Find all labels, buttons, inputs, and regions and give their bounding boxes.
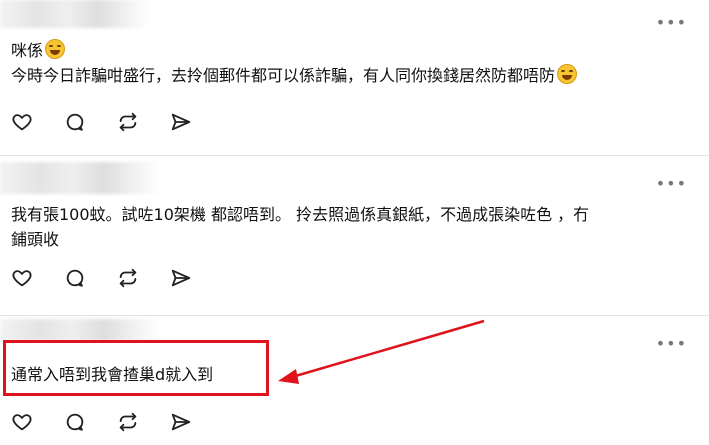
comment-icon <box>66 413 84 431</box>
repost-button[interactable] <box>116 110 140 134</box>
share-button[interactable] <box>169 266 193 290</box>
blurred-username <box>0 162 160 194</box>
like-button[interactable] <box>10 266 34 290</box>
heart-icon <box>12 414 32 431</box>
repost-button[interactable] <box>116 410 140 434</box>
red-highlight-box <box>3 340 269 396</box>
post-text-line: 今時今日詐騙咁盛行，去拎個郵件都可以係詐騙，有人同你換錢居然防都唔防 <box>11 66 556 85</box>
like-button[interactable] <box>10 410 34 434</box>
rolling-laugh-emoji <box>45 39 66 59</box>
post-text-line: 咪係 <box>11 41 44 60</box>
send-icon <box>171 269 191 287</box>
repost-icon <box>119 112 137 132</box>
repost-button[interactable] <box>116 266 140 290</box>
post-text-line: 鋪頭收 <box>11 230 60 249</box>
repost-icon <box>119 412 137 432</box>
post-text: 我有張100蚊。試咗10架機 都認唔到。 拎去照過係真銀紙，不過成張染咗色 ，冇… <box>11 202 689 252</box>
comment-icon <box>66 269 84 287</box>
reply-button[interactable] <box>63 266 87 290</box>
repost-icon <box>119 268 137 288</box>
post-actions <box>10 110 222 134</box>
share-button[interactable] <box>169 110 193 134</box>
post-actions <box>10 410 222 434</box>
post-2: ••• 我有張100蚊。試咗10架機 都認唔到。 拎去照過係真銀紙，不過成張染咗… <box>0 155 709 316</box>
grinning-sweat-emoji <box>557 64 578 84</box>
post-1: ••• 咪係 今時今日詐騙咁盛行，去拎個郵件都可以係詐騙，有人同你換錢居然防都唔… <box>0 0 709 155</box>
reply-button[interactable] <box>63 110 87 134</box>
share-button[interactable] <box>169 410 193 434</box>
blurred-username <box>0 319 160 341</box>
heart-icon <box>12 270 32 287</box>
heart-icon <box>12 114 32 131</box>
blurred-username <box>0 0 150 28</box>
send-icon <box>171 113 191 131</box>
more-options-icon[interactable]: ••• <box>656 336 687 352</box>
like-button[interactable] <box>10 110 34 134</box>
reply-button[interactable] <box>63 410 87 434</box>
send-icon <box>171 413 191 431</box>
post-actions <box>10 266 222 290</box>
comment-icon <box>66 113 84 131</box>
more-options-icon[interactable]: ••• <box>656 15 687 31</box>
more-options-icon[interactable]: ••• <box>656 176 687 192</box>
post-text: 咪係 今時今日詐騙咁盛行，去拎個郵件都可以係詐騙，有人同你換錢居然防都唔防 <box>11 38 689 88</box>
post-text-line: 我有張100蚊。試咗10架機 都認唔到。 拎去照過係真銀紙，不過成張染咗色 ，冇 <box>11 205 590 224</box>
